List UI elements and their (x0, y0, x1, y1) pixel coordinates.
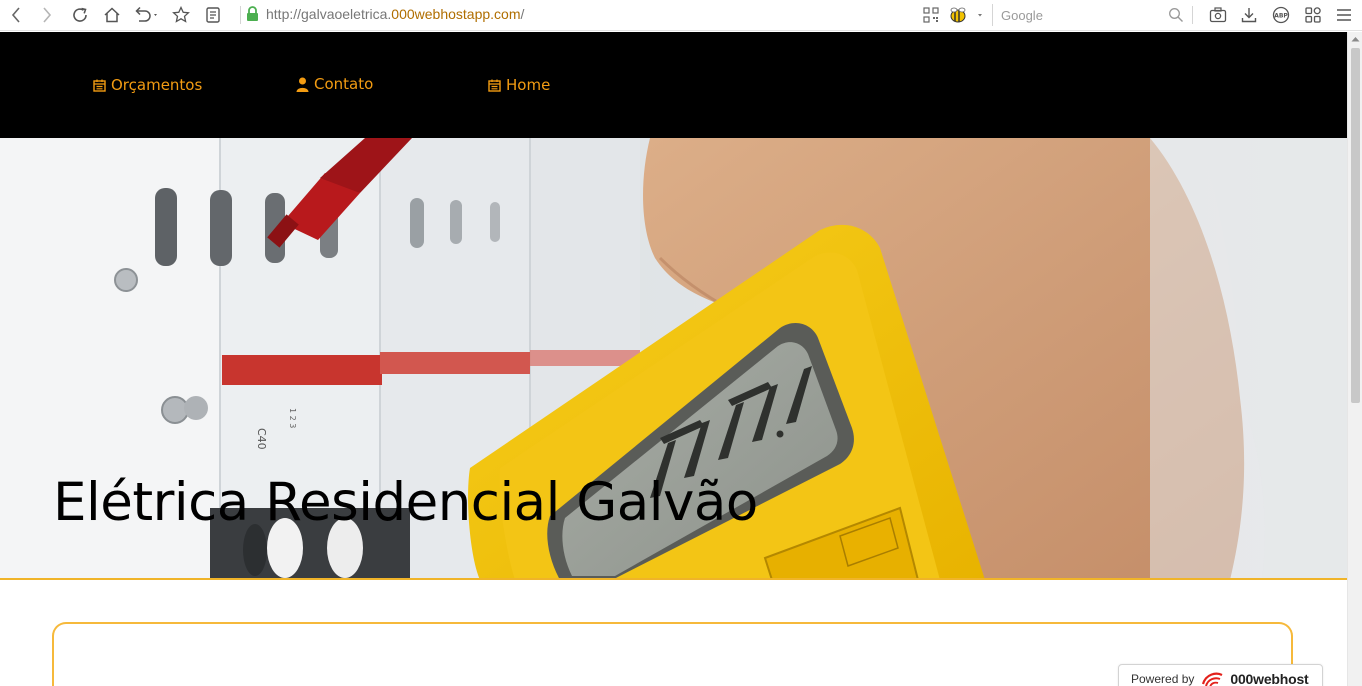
search-input[interactable] (1001, 5, 1161, 25)
notes-icon (206, 7, 220, 23)
nav-item-label: Orçamentos (111, 76, 203, 94)
back-button[interactable] (5, 4, 27, 26)
star-icon (172, 6, 190, 23)
camera-icon (1209, 7, 1227, 23)
content-card (52, 622, 1293, 686)
url-suffix: / (520, 6, 525, 22)
nav-item-orcamentos[interactable]: Orçamentos (93, 76, 202, 94)
forward-button[interactable] (36, 4, 58, 26)
extension-bee-button[interactable] (946, 4, 990, 26)
powered-by-badge[interactable]: Powered by 000webhost (1118, 664, 1323, 686)
url-domain: 000webhostapp.com (391, 6, 521, 22)
extensions-button[interactable] (1302, 4, 1324, 26)
nav-item-label: Contato (314, 75, 374, 93)
search-icon[interactable] (1168, 7, 1184, 23)
lock-icon (247, 6, 258, 21)
bee-icon (950, 7, 982, 23)
nav-item-contato[interactable]: Contato (296, 75, 373, 93)
reader-mode-button[interactable] (202, 4, 224, 26)
reload-button[interactable] (69, 4, 91, 26)
qr-code-button[interactable] (920, 4, 942, 26)
menu-button[interactable] (1333, 4, 1355, 26)
search-box (992, 4, 1188, 26)
nav-item-label: Home (506, 76, 551, 94)
address-separator (240, 6, 241, 24)
toolbar-separator (1192, 6, 1193, 24)
scroll-up-arrow-icon[interactable] (1351, 36, 1360, 42)
nav-item-home[interactable]: Home (488, 76, 550, 94)
page-title: Elétrica Residencial Galvão (53, 472, 758, 533)
svg-text:C40: C40 (255, 428, 268, 450)
000webhost-logo-icon (1202, 672, 1223, 686)
address-bar[interactable]: http://galvaoeletrica.000webhostapp.com/ (266, 6, 524, 22)
adblock-button[interactable]: ABP (1270, 4, 1292, 26)
bookmark-button[interactable] (170, 4, 192, 26)
calendar-icon (488, 79, 501, 92)
calendar-icon (93, 79, 106, 92)
top-navbar: Orçamentos Contato Home (0, 32, 1347, 138)
url-prefix: http://galvaoeletrica. (266, 6, 392, 22)
page-scrollbar[interactable] (1347, 32, 1362, 686)
adblock-icon: ABP (1272, 6, 1290, 24)
powered-by-brand: 000webhost (1230, 671, 1309, 686)
chevron-left-icon (11, 7, 20, 23)
downloads-button[interactable] (1238, 4, 1260, 26)
hamburger-menu-icon (1337, 9, 1351, 21)
web-page: Orçamentos Contato Home C40 1 2 3 Elétri… (0, 32, 1347, 686)
powered-by-label: Powered by (1131, 672, 1195, 686)
hero-banner: C40 1 2 3 Elétrica Residencial Galvão (0, 138, 1347, 580)
home-icon (104, 7, 120, 23)
undo-close-tab-button[interactable] (131, 4, 161, 26)
scrollbar-thumb[interactable] (1351, 48, 1360, 403)
svg-text:ABP: ABP (1274, 13, 1288, 20)
apps-grid-icon (1305, 7, 1321, 23)
undo-icon (135, 6, 157, 22)
user-icon (296, 77, 309, 92)
chevron-right-icon (43, 7, 52, 23)
qr-code-icon (923, 7, 939, 23)
screenshot-button[interactable] (1207, 4, 1229, 26)
svg-text:1 2 3: 1 2 3 (288, 408, 297, 428)
reload-icon (73, 7, 87, 22)
home-button[interactable] (101, 4, 123, 26)
browser-toolbar: http://galvaoeletrica.000webhostapp.com/… (0, 0, 1362, 31)
download-icon (1241, 8, 1257, 23)
